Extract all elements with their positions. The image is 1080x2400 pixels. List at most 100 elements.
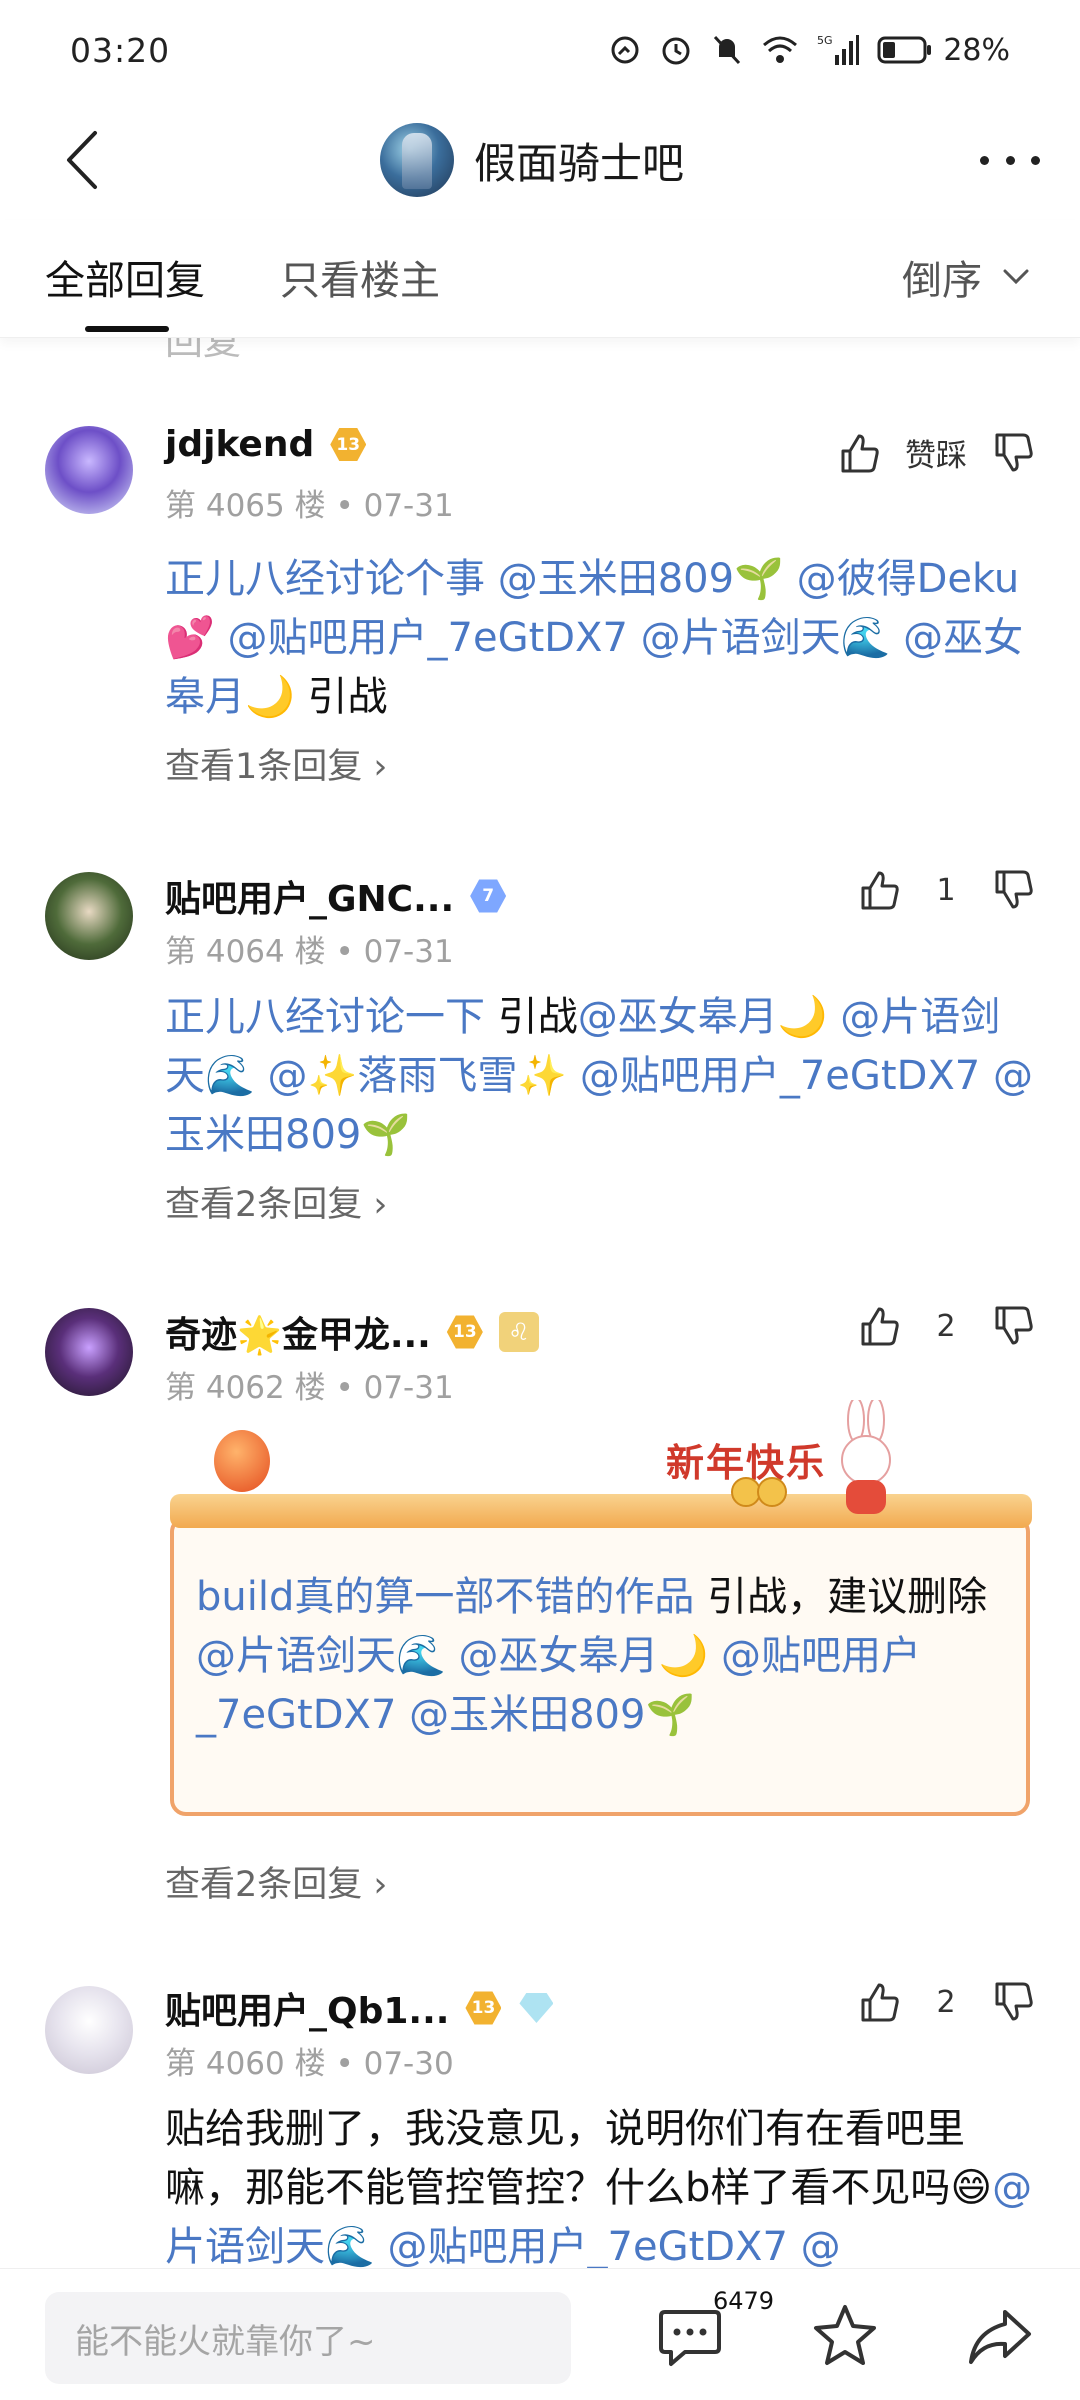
status-icons: 5G 28%: [609, 33, 1010, 68]
avatar[interactable]: [45, 872, 133, 960]
forum-title-link[interactable]: 假面骑士吧: [380, 118, 684, 202]
rabbit-mascot-icon: [841, 1400, 891, 1514]
svg-text:5G: 5G: [817, 34, 833, 47]
comment-count: 6479: [713, 2287, 775, 2315]
avatar[interactable]: [45, 1308, 133, 1396]
mentions[interactable]: 正儿八经讨论一下: [165, 994, 485, 1040]
active-tab-indicator: [85, 326, 169, 332]
vote-controls: 赞踩: [837, 430, 1035, 475]
level-badge: 13: [328, 425, 368, 465]
username-row: 贴吧用户_GNC... 7: [165, 870, 508, 922]
dot-icon: [1031, 155, 1040, 165]
post-meta: 第 4062 楼 • 07-31: [165, 1370, 454, 1406]
thumbs-up-icon[interactable]: [857, 1304, 901, 1348]
reply-input-placeholder: 能不能火就靠你了~: [75, 2321, 376, 2362]
view-replies-link[interactable]: 查看2条回复 ›: [165, 1856, 387, 1907]
post-meta: 第 4065 楼 • 07-31: [165, 488, 454, 524]
reply-feed[interactable]: 回复 jdjkend 13 第 4065 楼 • 07-31 赞踩 正儿八经讨论…: [0, 338, 1080, 2268]
battery-percent: 28%: [943, 32, 1010, 68]
post-date: 07-31: [363, 934, 454, 970]
sort-dropdown[interactable]: 倒序: [902, 248, 1030, 306]
avatar[interactable]: [45, 1986, 133, 2074]
star-icon[interactable]: [810, 2301, 880, 2371]
post-body: build真的算一部不错的作品 引战，建议删除 @片语剑天🌊 @巫女皋月🌙 @贴吧…: [196, 1568, 1016, 1745]
avatar[interactable]: [45, 426, 133, 514]
post-meta: 第 4064 楼 • 07-31: [165, 934, 454, 970]
level-badge: 13: [463, 1988, 503, 2028]
vote-count: 2: [936, 1984, 956, 2020]
username[interactable]: jdjkend: [165, 424, 314, 465]
status-time: 03:20: [70, 30, 171, 70]
mentions[interactable]: 正儿八经讨论个事 @玉米田809🌱 @彼得Deku💕 @贴吧用户_7eGtDX7…: [165, 556, 1023, 720]
leo-zodiac-icon: ♌: [498, 1312, 539, 1352]
vote-controls: 2: [857, 1304, 1035, 1348]
username-row: jdjkend 13: [165, 424, 368, 465]
mute-icon: [714, 35, 741, 65]
topic-link[interactable]: build真的算一部不错的作品: [196, 1574, 694, 1620]
body-text: 引战，建议删除: [694, 1574, 988, 1620]
alarm-icon: [662, 37, 690, 65]
floor-number: 第 4060 楼: [165, 2046, 326, 2082]
floor-number: 第 4064 楼: [165, 934, 326, 970]
share-icon[interactable]: [965, 2304, 1035, 2370]
back-button[interactable]: [55, 125, 115, 195]
diamond-icon: [517, 1991, 555, 2025]
signal-icon: 5G: [817, 34, 860, 65]
new-year-post-card: 新年快乐 build真的算一部不错的作品 引战，建议删除@片语剑天🌊 @巫女皋月…: [170, 1400, 1032, 1816]
header: 假面骑士吧: [0, 100, 1080, 220]
post-date: 07-31: [363, 488, 454, 524]
reply-input[interactable]: 能不能火就靠你了~: [45, 2292, 571, 2384]
forum-avatar: [380, 123, 454, 197]
floor-number: 第 4065 楼: [165, 488, 326, 524]
bottom-action-bar: 能不能火就靠你了~ 6479: [0, 2268, 1080, 2400]
body-text: 引战: [485, 994, 578, 1040]
vote-label: 赞踩: [905, 438, 967, 474]
sort-label: 倒序: [902, 258, 982, 304]
tab-all-replies[interactable]: 全部回复: [45, 248, 205, 306]
level-badge: 7: [468, 876, 508, 916]
vote-controls: 1: [857, 868, 1035, 912]
thumbs-up-icon[interactable]: [837, 431, 881, 475]
lantern-icon: [214, 1430, 270, 1492]
post-date: 07-30: [363, 2046, 454, 2082]
more-options-button[interactable]: [980, 140, 1040, 180]
reply-tabs: 全部回复 只看楼主 倒序: [0, 220, 1080, 338]
status-bar: 03:20 5G 28%: [0, 0, 1080, 100]
view-replies-link[interactable]: 查看1条回复 ›: [165, 738, 387, 789]
post-body: 正儿八经讨论个事 @玉米田809🌱 @彼得Deku💕 @贴吧用户_7eGtDX7…: [165, 550, 1035, 727]
dot-icon: [1005, 155, 1015, 165]
battery: 28%: [877, 33, 1010, 68]
thumbs-down-icon[interactable]: [991, 431, 1035, 475]
username[interactable]: 奇迹🌟金甲龙...: [165, 1306, 431, 1358]
username-row: 奇迹🌟金甲龙... 13 ♌: [165, 1306, 539, 1358]
vote-controls: 2: [857, 1980, 1035, 2024]
thumbs-up-icon[interactable]: [857, 1980, 901, 2024]
vote-count: 2: [936, 1308, 956, 1344]
body-text: 贴给我删了，我没意见，说明你们有在看吧里嘛，那能不能管控管控？什么b样了看不见吗…: [165, 2106, 993, 2211]
wifi-icon: [763, 36, 798, 63]
username-row: 贴吧用户_Qb1... 13: [165, 1982, 555, 2034]
tab-owner-only[interactable]: 只看楼主: [280, 248, 440, 306]
thumbs-down-icon[interactable]: [991, 1304, 1035, 1348]
view-replies-link[interactable]: 查看2条回复 ›: [165, 1176, 387, 1227]
post-meta: 第 4060 楼 • 07-30: [165, 2046, 454, 2082]
dot-icon: [980, 155, 989, 165]
username[interactable]: 贴吧用户_GNC...: [165, 870, 454, 922]
post-date: 07-31: [363, 1370, 454, 1406]
thumbs-down-icon[interactable]: [991, 1980, 1035, 2024]
thumbs-up-icon[interactable]: [857, 868, 901, 912]
forum-title: 假面骑士吧: [474, 138, 685, 188]
battery-icon: [877, 36, 932, 64]
chevron-down-icon: [1003, 269, 1029, 285]
mentions[interactable]: @片语剑天🌊 @巫女皋月🌙 @贴吧用户_7eGtDX7 @玉米田809🌱: [196, 1633, 921, 1738]
clipped-reply-label: 回复: [165, 338, 242, 363]
data-saver-icon: [611, 36, 639, 64]
post-body: 贴给我删了，我没意见，说明你们有在看吧里嘛，那能不能管控管控？什么b样了看不见吗…: [165, 2100, 1035, 2268]
post-body: 正儿八经讨论一下 引战@巫女皋月🌙 @片语剑天🌊 @✨落雨飞雪✨ @贴吧用户_7…: [165, 988, 1035, 1165]
thumbs-down-icon[interactable]: [991, 868, 1035, 912]
vote-count: 1: [936, 872, 956, 908]
username[interactable]: 贴吧用户_Qb1...: [165, 1982, 449, 2034]
level-badge: 13: [445, 1312, 485, 1352]
body-text: 引战: [294, 674, 388, 720]
floor-number: 第 4062 楼: [165, 1370, 326, 1406]
